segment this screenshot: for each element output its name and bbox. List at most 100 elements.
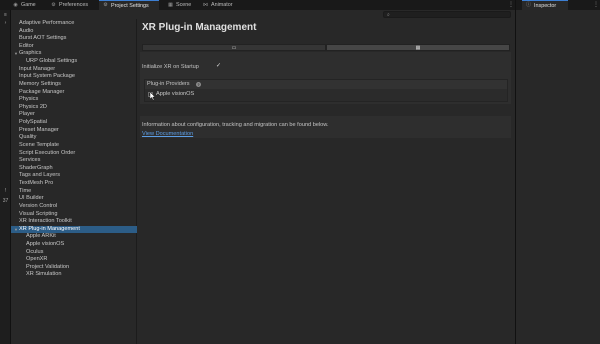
sidebar-item-label: Apple ARKit — [26, 233, 56, 240]
sidebar-item[interactable]: URP Global Settings — [11, 58, 137, 65]
sidebar-item-label: Oculus — [26, 248, 44, 255]
sidebar-item[interactable]: Burst AOT Settings — [11, 35, 137, 42]
sidebar-item-label: Memory Settings — [19, 80, 61, 87]
sidebar-item[interactable]: ▼ Graphics — [11, 50, 137, 57]
sidebar-item[interactable]: ▼ XR Plug-in Management — [11, 225, 137, 234]
panel-menu-icon[interactable]: ⋮ — [508, 1, 514, 9]
gamepad-icon: ◉ — [13, 1, 18, 8]
search-icon: ⌕ — [387, 12, 390, 18]
chevron-icon[interactable]: › — [2, 20, 9, 26]
sidebar-item[interactable]: Physics 2D — [11, 104, 137, 111]
sidebar-item-label: XR Simulation — [26, 271, 62, 278]
sidebar-item[interactable]: XR Interaction Toolkit — [11, 218, 137, 225]
sidebar-item-label: Quality — [19, 134, 37, 141]
sidebar-item[interactable]: Memory Settings — [11, 81, 137, 88]
search-input[interactable]: ⌕ — [383, 11, 511, 18]
sidebar-item[interactable]: Tags and Layers — [11, 172, 137, 179]
sidebar-item[interactable]: Oculus — [11, 249, 137, 256]
sidebar-item[interactable]: Editor — [11, 43, 137, 50]
sidebar-item[interactable]: Scene Template — [11, 142, 137, 149]
view-documentation-link[interactable]: View Documentation — [142, 131, 193, 137]
sidebar-item-label: Tags and Layers — [19, 172, 61, 179]
tab-game[interactable]: ◉ Game — [9, 0, 46, 10]
inspector-menu-icon[interactable]: ⋮ — [593, 1, 599, 9]
counter-number: 37 — [2, 198, 9, 204]
tab-desktop-platform[interactable]: ▭ — [142, 44, 326, 51]
animator-icon: ⋈ — [203, 1, 208, 8]
sidebar-item-label: Editor — [19, 42, 34, 49]
settings-sidebar: Adaptive Performance Audio Burst AOT Setti… — [11, 19, 137, 344]
xr-settings-body: Initialize XR on Startup ✓ Plug-in Provi… — [140, 52, 511, 104]
inspector-panel — [516, 10, 600, 344]
sidebar-item-label: Burst AOT Settings — [19, 35, 67, 42]
tab-scene[interactable]: ▦ Scene — [164, 0, 200, 10]
sidebar-item[interactable]: Preset Manager — [11, 127, 137, 134]
sidebar-item-label: XR Plug-in Management — [19, 225, 80, 232]
tab-animator[interactable]: ⋈ Animator — [199, 0, 241, 10]
sidebar-item[interactable]: Physics — [11, 96, 137, 103]
sidebar-item[interactable]: Time — [11, 188, 137, 195]
sidebar-item[interactable]: Quality — [11, 134, 137, 141]
sidebar-item[interactable]: Services — [11, 157, 137, 164]
sidebar-item[interactable]: Player — [11, 111, 137, 118]
plugin-providers-header: Plug-in Providers ? — [145, 80, 507, 89]
sidebar-item-label: Player — [19, 111, 35, 118]
sidebar-item-label: Input Manager — [19, 65, 56, 72]
apple-visionos-label: Apple visionOS — [156, 91, 195, 97]
info-area: Information about configuration, trackin… — [140, 116, 511, 138]
initialize-xr-checkbox[interactable]: ✓ — [215, 63, 222, 70]
tab-project-settings[interactable]: ⚙ Project Settings — [99, 0, 159, 10]
grid-icon: ▦ — [415, 44, 421, 51]
sidebar-item[interactable]: UI Builder — [11, 195, 137, 202]
platform-tabs: ▭ ▦ — [142, 44, 510, 51]
monitor-icon: ▭ — [231, 44, 237, 51]
expand-arrow-icon[interactable]: ▼ — [14, 50, 18, 57]
scene-grid-icon: ▦ — [168, 1, 173, 8]
sidebar-item-label: URP Global Settings — [26, 58, 78, 65]
info-text: Information about configuration, trackin… — [142, 122, 329, 128]
sidebar-item[interactable]: Input Manager — [11, 66, 137, 73]
sidebar-item-label: Services — [19, 157, 41, 164]
sidebar-item[interactable]: TextMesh Pro — [11, 180, 137, 187]
sidebar-item[interactable]: Apple ARKit — [11, 233, 137, 240]
sidebar-item[interactable]: Package Manager — [11, 89, 137, 96]
plugin-providers-title: Plug-in Providers — [147, 81, 190, 87]
initialize-xr-label: Initialize XR on Startup — [142, 64, 199, 70]
sidebar-item-label: Input System Package — [19, 73, 75, 80]
sidebar-item[interactable]: Visual Scripting — [11, 211, 137, 218]
layers-icon[interactable]: ≡ — [2, 12, 9, 18]
inspector-icon: ⓘ — [526, 2, 532, 8]
sidebar-item-label: UI Builder — [19, 195, 44, 202]
info-icon[interactable]: ! — [2, 188, 9, 194]
sidebar-item-label: Scene Template — [19, 141, 60, 148]
sidebar-item[interactable]: Apple visionOS — [11, 241, 137, 248]
sidebar-item-label: Visual Scripting — [19, 210, 58, 217]
sidebar-item[interactable]: Input System Package — [11, 73, 137, 80]
tab-inspector[interactable]: ⓘ Inspector — [522, 0, 568, 10]
left-tool-strip: ≡ › ! 37 — [0, 10, 11, 344]
sidebar-item[interactable]: Audio — [11, 28, 137, 35]
sidebar-item-label: Time — [19, 187, 32, 194]
sidebar-item[interactable]: Adaptive Performance — [11, 20, 137, 27]
sidebar-item-label: Physics 2D — [19, 103, 47, 110]
sidebar-item-label: Audio — [19, 27, 34, 34]
sidebar-item-label: TextMesh Pro — [19, 180, 54, 187]
expand-arrow-icon[interactable]: ▼ — [14, 226, 18, 233]
sidebar-item[interactable]: OpenXR — [11, 256, 137, 263]
sidebar-item-label: XR Interaction Toolkit — [19, 218, 72, 225]
sidebar-item-label: ShaderGraph — [19, 164, 53, 171]
sidebar-item-label: Physics — [19, 96, 39, 103]
sidebar-item-label: Preset Manager — [19, 126, 59, 133]
tab-visionos-platform[interactable]: ▦ — [326, 44, 510, 51]
sidebar-item[interactable]: PolySpatial — [11, 119, 137, 126]
project-settings-panel: ⌕ Adaptive Performance Audio Burst AOT Set… — [11, 10, 515, 344]
sidebar-item[interactable]: Project Validation — [11, 264, 137, 271]
tab-preferences[interactable]: ⚙ Preferences — [47, 0, 97, 10]
help-icon[interactable]: ? — [196, 81, 201, 87]
sidebar-item[interactable]: Script Execution Order — [11, 150, 137, 157]
sidebar-item[interactable]: ShaderGraph — [11, 165, 137, 172]
sidebar-item[interactable]: XR Simulation — [11, 271, 137, 278]
tab-project-settings-label: Project Settings — [111, 2, 149, 9]
sidebar-item[interactable]: Version Control — [11, 203, 137, 210]
plugin-providers-box: Plug-in Providers ? Apple visionOS — [144, 79, 508, 102]
